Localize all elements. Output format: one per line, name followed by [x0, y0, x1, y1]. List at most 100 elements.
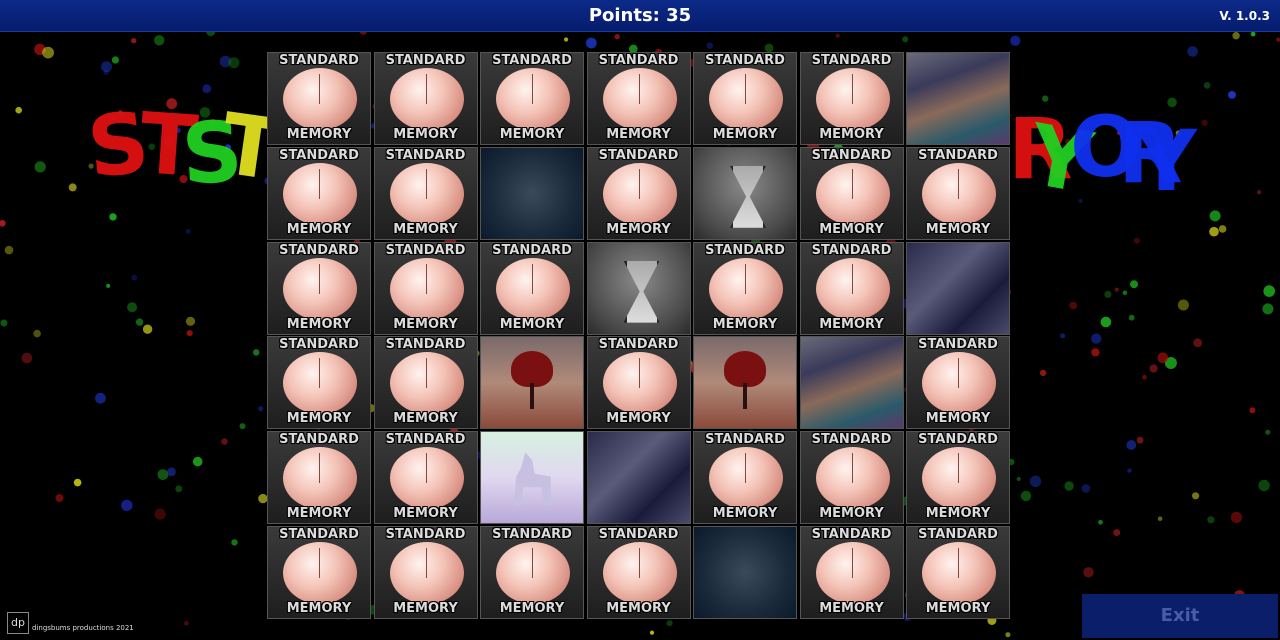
card-back[interactable]: STANDARD MEMORY	[799, 52, 904, 145]
card-back[interactable]: STANDARD MEMORY	[693, 52, 797, 145]
card-face-horses[interactable]	[586, 431, 691, 525]
confetti-dot	[564, 37, 569, 42]
card-face-heart-tree[interactable]	[693, 336, 797, 430]
brain-icon	[283, 447, 357, 510]
card-back[interactable]: STANDARD MEMORY	[586, 336, 691, 430]
card-back[interactable]: STANDARD MEMORY	[906, 431, 1010, 525]
card-back[interactable]: STANDARD MEMORY	[799, 431, 904, 525]
brain-icon	[922, 352, 996, 415]
card-back[interactable]: STANDARD MEMORY	[799, 526, 904, 619]
card-face-unicorn[interactable]	[480, 431, 584, 525]
horses-image	[587, 432, 690, 524]
confetti-dot	[135, 318, 144, 326]
card-back[interactable]: STANDARD MEMORY	[586, 526, 691, 619]
card-back[interactable]: STANDARD MEMORY	[799, 241, 904, 335]
studio-logo: dp	[7, 612, 29, 634]
card-back[interactable]: STANDARD MEMORY	[373, 146, 478, 240]
confetti-dot	[1113, 529, 1121, 536]
card-back-title: STANDARD	[385, 432, 466, 448]
confetti-dot	[1128, 314, 1135, 321]
card-back-subtitle: MEMORY	[499, 316, 565, 332]
card-back-subtitle: MEMORY	[393, 221, 458, 237]
card-back[interactable]: STANDARD MEMORY	[693, 241, 797, 335]
confetti-dot	[192, 456, 203, 467]
confetti-dot	[258, 406, 264, 412]
card-face-hourglass[interactable]	[586, 241, 691, 335]
brain-icon	[922, 162, 996, 225]
card-back[interactable]: STANDARD MEMORY	[906, 526, 1010, 619]
card-back[interactable]: STANDARD MEMORY	[267, 431, 371, 525]
card-face-heart-tree[interactable]	[480, 336, 584, 430]
card-face-fractal[interactable]	[693, 526, 797, 619]
card-back-title: STANDARD	[385, 147, 466, 163]
confetti-dot	[1083, 567, 1094, 578]
card-back-title: STANDARD	[279, 53, 359, 68]
card-back[interactable]: STANDARD MEMORY	[373, 241, 478, 335]
card-back-title: STANDARD	[918, 432, 998, 448]
card-back-title: STANDARD	[811, 432, 892, 448]
card-back-subtitle: MEMORY	[393, 127, 458, 142]
card-back[interactable]: STANDARD MEMORY	[373, 52, 478, 145]
confetti-dot	[1157, 516, 1163, 521]
confetti-dot	[1177, 299, 1189, 311]
card-back[interactable]: STANDARD MEMORY	[799, 146, 904, 240]
confetti-dot	[1020, 490, 1032, 502]
card-back[interactable]: STANDARD MEMORY	[586, 146, 691, 240]
card-back-title: STANDARD	[811, 242, 892, 258]
card-back-title: STANDARD	[598, 147, 679, 163]
exit-button[interactable]: Exit	[1082, 594, 1278, 638]
card-back-subtitle: MEMORY	[286, 221, 352, 237]
card-back[interactable]: STANDARD MEMORY	[906, 336, 1010, 430]
card-back[interactable]: STANDARD MEMORY	[480, 241, 584, 335]
card-back[interactable]: STANDARD MEMORY	[373, 431, 478, 525]
card-back-title: STANDARD	[385, 242, 466, 258]
card-back[interactable]: STANDARD MEMORY	[267, 52, 371, 145]
card-back-title: STANDARD	[811, 53, 892, 68]
card-back-title: STANDARD	[705, 242, 785, 258]
confetti-dot	[33, 329, 41, 338]
memory-board: STANDARD MEMORY STANDARD MEMORY STANDARD MEMO…	[267, 52, 1012, 622]
card-back[interactable]: STANDARD MEMORY	[373, 336, 478, 430]
brain-icon	[815, 542, 890, 604]
confetti-dot	[614, 34, 620, 40]
card-back[interactable]: STANDARD MEMORY	[267, 526, 371, 619]
card-face-hourglass[interactable]	[693, 146, 797, 240]
card-back-subtitle: MEMORY	[286, 127, 352, 142]
confetti-dot	[1039, 369, 1047, 377]
brain-icon	[283, 542, 357, 604]
brain-icon	[602, 68, 677, 130]
confetti-dot	[1100, 316, 1112, 328]
card-back[interactable]: STANDARD MEMORY	[586, 52, 691, 145]
confetti-dot	[649, 630, 655, 635]
card-back-subtitle: MEMORY	[712, 316, 778, 332]
card-back-title: STANDARD	[918, 337, 998, 353]
brain-icon	[815, 257, 890, 320]
brain-icon	[922, 542, 996, 604]
card-face-fractal[interactable]	[480, 146, 584, 240]
stairs-image	[800, 337, 903, 429]
card-back[interactable]: STANDARD MEMORY	[906, 146, 1010, 240]
confetti-dot	[157, 469, 169, 480]
brain-icon	[709, 257, 783, 320]
card-back[interactable]: STANDARD MEMORY	[480, 526, 584, 619]
card-back[interactable]: STANDARD MEMORY	[693, 431, 797, 525]
card-back[interactable]: STANDARD MEMORY	[267, 146, 371, 240]
card-back[interactable]: STANDARD MEMORY	[267, 241, 371, 335]
brain-icon	[496, 542, 570, 604]
confetti-dot	[1091, 348, 1100, 357]
card-face-horses[interactable]	[906, 241, 1010, 335]
card-back[interactable]: STANDARD MEMORY	[480, 52, 584, 145]
confetti-dot	[1258, 479, 1270, 492]
card-back[interactable]: STANDARD MEMORY	[267, 336, 371, 430]
confetti-dot	[221, 438, 228, 445]
confetti-dot	[1256, 190, 1262, 195]
confetti-dot	[175, 485, 183, 493]
card-back-subtitle: MEMORY	[286, 506, 352, 522]
confetti-dot	[154, 35, 165, 46]
confetti-dot	[1142, 374, 1147, 380]
top-bar: Points: 35 V. 1.0.3	[0, 0, 1280, 32]
card-face-stairs[interactable]	[799, 336, 904, 430]
card-face-stairs[interactable]	[906, 52, 1010, 145]
brain-icon	[709, 447, 783, 510]
card-back[interactable]: STANDARD MEMORY	[373, 526, 478, 619]
